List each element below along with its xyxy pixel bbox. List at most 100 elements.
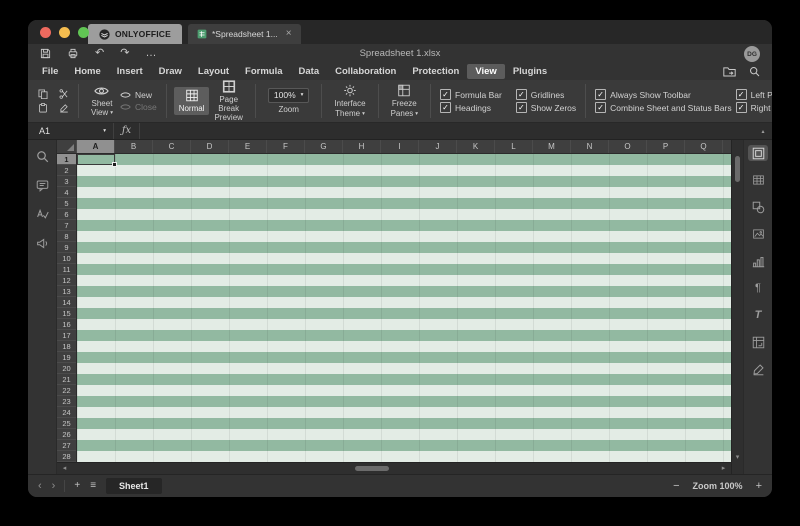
menu-item-collaboration[interactable]: Collaboration — [327, 64, 404, 79]
row-header-11[interactable]: 11 — [57, 264, 76, 275]
menu-item-home[interactable]: Home — [66, 64, 108, 79]
chart-settings-button[interactable] — [748, 253, 768, 269]
insert-function-button[interactable]: ƒx — [114, 123, 140, 139]
menu-item-plugins[interactable]: Plugins — [505, 64, 555, 79]
collapse-formula-bar-button[interactable]: ▴ — [754, 128, 772, 135]
table-settings-button[interactable] — [748, 172, 768, 188]
scroll-left-arrow[interactable]: ◂ — [60, 465, 69, 472]
search-button[interactable] — [749, 66, 760, 77]
row-header-1[interactable]: 1 — [57, 154, 76, 165]
column-header-b[interactable]: B — [115, 140, 153, 153]
column-header-n[interactable]: N — [571, 140, 609, 153]
row-header-21[interactable]: 21 — [57, 374, 76, 385]
row-header-10[interactable]: 10 — [57, 253, 76, 264]
row-header-7[interactable]: 7 — [57, 220, 76, 231]
zoom-in-button[interactable]: + — [756, 480, 762, 492]
menu-item-layout[interactable]: Layout — [190, 64, 237, 79]
close-window-button[interactable] — [40, 27, 51, 38]
row-header-6[interactable]: 6 — [57, 209, 76, 220]
column-header-l[interactable]: L — [495, 140, 533, 153]
menu-item-draw[interactable]: Draw — [151, 64, 190, 79]
select-all-corner[interactable] — [57, 140, 77, 153]
horizontal-scroll-thumb[interactable] — [355, 466, 389, 471]
row-header-26[interactable]: 26 — [57, 429, 76, 440]
comments-panel-button[interactable] — [32, 177, 52, 193]
close-sheet-view-button[interactable]: Close — [120, 103, 157, 112]
checkbox-gridlines[interactable]: ✓Gridlines — [516, 89, 576, 100]
tab-onlyoffice[interactable]: ONLYOFFICE — [88, 24, 182, 44]
column-header-g[interactable]: G — [305, 140, 343, 153]
prev-sheet-button[interactable]: ‹ — [38, 480, 42, 492]
zoom-level-label[interactable]: Zoom 100% — [693, 481, 743, 491]
save-button[interactable] — [40, 48, 51, 59]
scroll-down-arrow[interactable]: ▾ — [732, 454, 743, 461]
menu-item-file[interactable]: File — [34, 64, 66, 79]
vertical-scroll-thumb[interactable] — [735, 156, 740, 182]
sheet-list-button[interactable]: ≡ — [90, 481, 96, 491]
interface-theme-button[interactable]: Interface Theme▾ — [329, 82, 370, 119]
row-header-15[interactable]: 15 — [57, 308, 76, 319]
row-header-3[interactable]: 3 — [57, 176, 76, 187]
fullscreen-window-button[interactable] — [78, 27, 89, 38]
row-header-24[interactable]: 24 — [57, 407, 76, 418]
feedback-support-button[interactable] — [32, 235, 52, 251]
row-header-14[interactable]: 14 — [57, 297, 76, 308]
cell-name-box[interactable]: A1 ▾ — [28, 123, 114, 139]
page-break-preview-button[interactable]: Page Break Preview — [209, 78, 247, 125]
row-header-2[interactable]: 2 — [57, 165, 76, 176]
column-header-e[interactable]: E — [229, 140, 267, 153]
column-header-o[interactable]: O — [609, 140, 647, 153]
sheet-view-button[interactable]: Sheet View▾ — [86, 83, 118, 119]
print-button[interactable] — [67, 48, 79, 59]
menu-item-protection[interactable]: Protection — [404, 64, 467, 79]
zoom-out-button[interactable]: − — [673, 480, 679, 492]
tab-document[interactable]: *Spreadsheet 1... × — [188, 24, 301, 44]
row-header-25[interactable]: 25 — [57, 418, 76, 429]
column-header-f[interactable]: F — [267, 140, 305, 153]
zoom-dropdown[interactable]: 100% ▾ — [268, 88, 310, 103]
row-header-13[interactable]: 13 — [57, 286, 76, 297]
checkbox-formula-bar[interactable]: ✓Formula Bar — [440, 89, 502, 100]
cells-area[interactable] — [77, 154, 731, 462]
shape-settings-button[interactable] — [748, 199, 768, 215]
freeze-panes-button[interactable]: Freeze Panes▾ — [386, 82, 423, 119]
row-header-16[interactable]: 16 — [57, 319, 76, 330]
checkbox-always-show-toolbar[interactable]: ✓Always Show Toolbar — [595, 89, 731, 100]
menu-item-insert[interactable]: Insert — [109, 64, 151, 79]
row-header-18[interactable]: 18 — [57, 341, 76, 352]
column-header-d[interactable]: D — [191, 140, 229, 153]
row-header-23[interactable]: 23 — [57, 396, 76, 407]
row-header-20[interactable]: 20 — [57, 363, 76, 374]
paste-button[interactable] — [38, 103, 48, 113]
signature-settings-button[interactable] — [748, 361, 768, 377]
cell-settings-button[interactable] — [748, 145, 768, 161]
horizontal-scroll-track[interactable] — [69, 463, 719, 474]
menu-item-formula[interactable]: Formula — [237, 64, 290, 79]
user-avatar[interactable]: DG — [744, 46, 760, 62]
row-header-27[interactable]: 27 — [57, 440, 76, 451]
row-header-28[interactable]: 28 — [57, 451, 76, 462]
row-header-8[interactable]: 8 — [57, 231, 76, 242]
next-sheet-button[interactable]: › — [52, 480, 56, 492]
horizontal-scrollbar[interactable]: ◂ ▸ — [57, 462, 731, 474]
copy-button[interactable] — [38, 89, 48, 99]
checkbox-left-panel[interactable]: ✓Left Panel — [736, 89, 772, 100]
row-header-12[interactable]: 12 — [57, 275, 76, 286]
column-header-a[interactable]: A — [77, 140, 115, 153]
spellcheck-panel-button[interactable] — [32, 206, 52, 222]
minimize-window-button[interactable] — [59, 27, 70, 38]
column-header-p[interactable]: P — [647, 140, 685, 153]
redo-button[interactable]: ↷ — [120, 48, 129, 59]
undo-button[interactable]: ↶ — [95, 48, 104, 59]
row-header-17[interactable]: 17 — [57, 330, 76, 341]
column-header-j[interactable]: J — [419, 140, 457, 153]
menu-item-data[interactable]: Data — [291, 64, 328, 79]
row-header-5[interactable]: 5 — [57, 198, 76, 209]
row-header-19[interactable]: 19 — [57, 352, 76, 363]
normal-view-button[interactable]: Normal — [174, 87, 210, 115]
more-actions-button[interactable]: … — [145, 48, 156, 59]
cut-button[interactable] — [59, 89, 69, 99]
search-panel-button[interactable] — [32, 148, 52, 164]
checkbox-right-panel[interactable]: ✓Right Panel — [736, 102, 772, 113]
column-header-i[interactable]: I — [381, 140, 419, 153]
